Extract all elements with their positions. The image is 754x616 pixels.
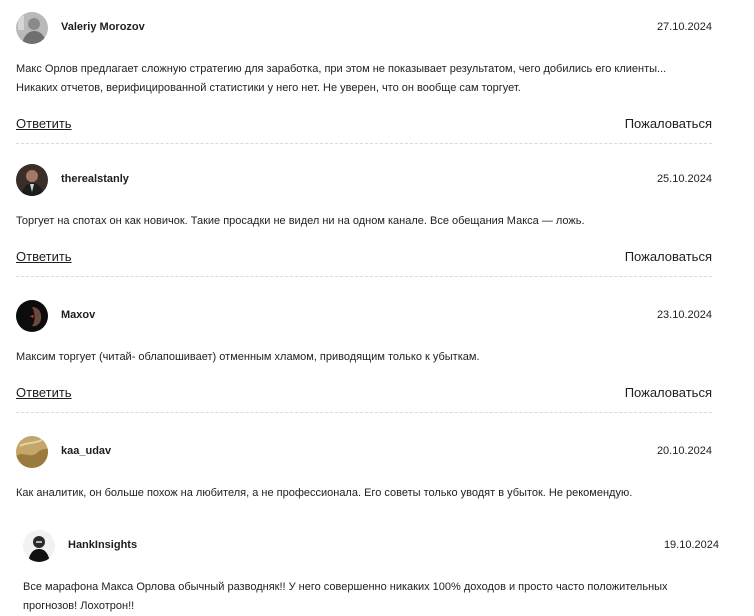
comment-actions: Ответить Пожаловаться bbox=[16, 116, 712, 144]
divider bbox=[16, 276, 712, 277]
comment-date: 23.10.2024 bbox=[656, 309, 712, 321]
report-button[interactable]: Пожаловаться bbox=[625, 385, 712, 400]
divider bbox=[16, 412, 712, 413]
reply-button[interactable]: Ответить bbox=[16, 116, 72, 131]
username[interactable]: therealstanly bbox=[61, 173, 129, 185]
comment-header: therealstanly 25.10.2024 bbox=[16, 164, 712, 198]
avatar[interactable] bbox=[23, 530, 55, 562]
comment-text: Как аналитик, он больше похож на любител… bbox=[16, 487, 633, 499]
comment-text: Максим торгует (читай- облапошивает) отм… bbox=[16, 351, 480, 363]
divider bbox=[16, 143, 712, 144]
reply-button[interactable]: Ответить bbox=[16, 249, 72, 264]
comment-text: Все марафона Макса Орлова обычный развод… bbox=[23, 581, 668, 612]
comment-header: HankInsights 19.10.2024 bbox=[23, 530, 719, 564]
comment-text: Макс Орлов предлагает сложную стратегию … bbox=[16, 63, 667, 94]
reply-button[interactable]: Ответить bbox=[16, 385, 72, 400]
comment-date: 27.10.2024 bbox=[656, 21, 712, 33]
comment-date: 25.10.2024 bbox=[656, 173, 712, 185]
comment-text: Торгует на спотах он как новичок. Такие … bbox=[16, 215, 585, 227]
comment-header: Maxov 23.10.2024 bbox=[16, 300, 712, 334]
comment-actions: Ответить Пожаловаться bbox=[16, 249, 712, 277]
report-button[interactable]: Пожаловаться bbox=[625, 249, 712, 264]
comment-date: 20.10.2024 bbox=[656, 445, 712, 457]
comment-header: Valeriy Morozov 27.10.2024 bbox=[16, 12, 712, 46]
comment-item: HankInsights 19.10.2024 Все марафона Мак… bbox=[23, 530, 719, 616]
username[interactable]: Maxov bbox=[61, 309, 95, 321]
username[interactable]: Valeriy Morozov bbox=[61, 21, 145, 33]
comment-item: kaa_udav 20.10.2024 Как аналитик, он бол… bbox=[16, 436, 712, 503]
comment-item: therealstanly 25.10.2024 Торгует на спот… bbox=[16, 164, 712, 277]
avatar[interactable] bbox=[16, 12, 48, 44]
comment-item: Valeriy Morozov 27.10.2024 Макс Орлов пр… bbox=[16, 12, 712, 144]
avatar[interactable] bbox=[16, 164, 48, 196]
comment-actions: Ответить Пожаловаться bbox=[16, 385, 712, 413]
report-button[interactable]: Пожаловаться bbox=[625, 116, 712, 131]
comment-item: Maxov 23.10.2024 Максим торгует (читай- … bbox=[16, 300, 712, 413]
avatar[interactable] bbox=[16, 436, 48, 468]
username[interactable]: HankInsights bbox=[68, 539, 137, 551]
avatar[interactable] bbox=[16, 300, 48, 332]
comment-header: kaa_udav 20.10.2024 bbox=[16, 436, 712, 470]
comment-date: 19.10.2024 bbox=[663, 539, 719, 551]
username[interactable]: kaa_udav bbox=[61, 445, 111, 457]
